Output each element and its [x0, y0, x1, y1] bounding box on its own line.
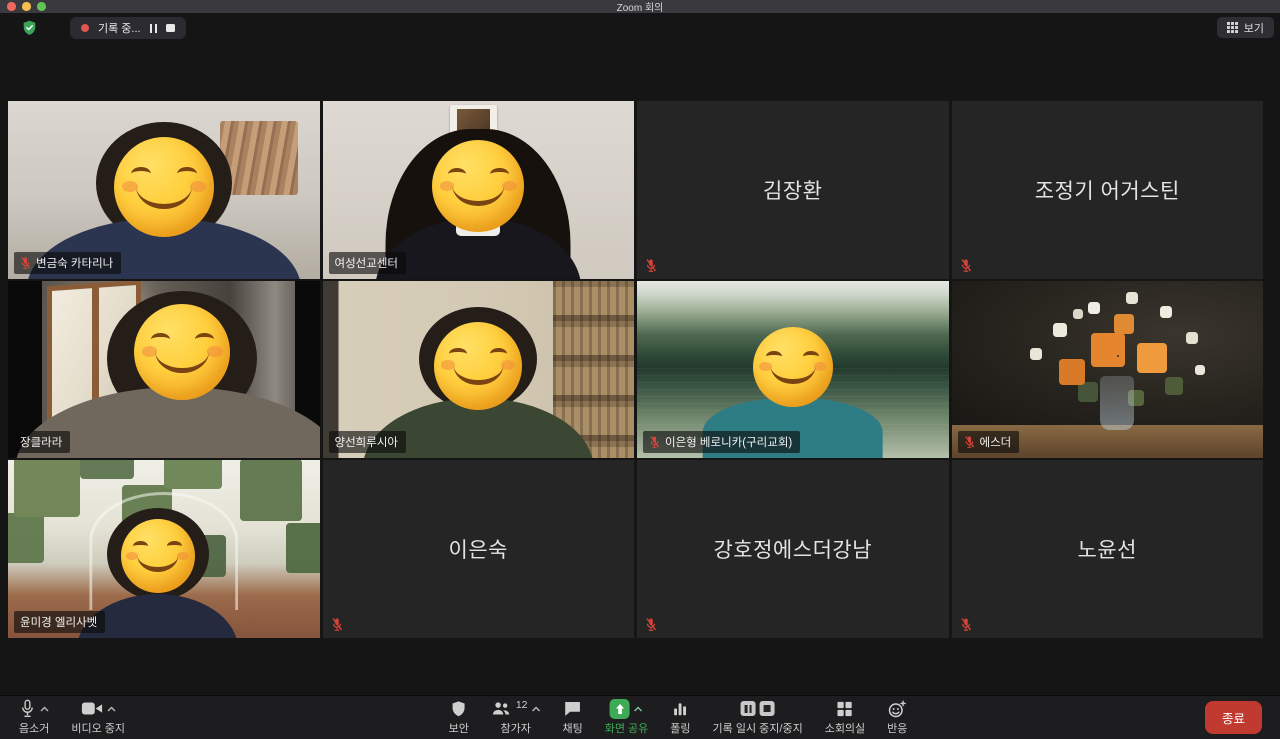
stop-recording-icon[interactable]	[760, 701, 775, 716]
pause-recording-icon[interactable]	[741, 701, 756, 716]
participant-name-text: 장클라라	[20, 434, 62, 450]
fullscreen-window-button[interactable]	[37, 2, 46, 11]
reactions-smiley-icon	[888, 700, 907, 718]
participant-name-label: 이은형 베로니카(구리교회)	[643, 431, 800, 453]
participant-name-centered: 노윤선	[952, 460, 1264, 638]
end-meeting-button[interactable]: 종료	[1205, 701, 1262, 734]
reactions-label: 반응	[887, 720, 907, 736]
meeting-toolbar: 음소거 비디오 중지	[0, 695, 1280, 739]
participant-tile[interactable]: 에스더	[952, 281, 1264, 459]
chat-bubble-icon	[564, 700, 582, 717]
share-screen-icon	[610, 699, 630, 719]
participant-name-label: 에스더	[958, 431, 1020, 453]
participants-button[interactable]: 12 참가자	[480, 696, 552, 739]
chevron-up-icon[interactable]	[40, 706, 49, 712]
meeting-control-strip: 기록 중... 보기	[0, 13, 1280, 43]
shield-icon	[451, 700, 467, 718]
chevron-up-icon[interactable]	[107, 706, 116, 712]
muted-mic-icon	[960, 258, 972, 273]
record-pause-stop-button[interactable]: 기록 일시 중지/중지	[702, 696, 814, 739]
recording-indicator: 기록 중...	[70, 17, 186, 39]
stop-video-label: 비디오 중지	[71, 720, 125, 736]
participant-name-centered: 강호정에스더강남	[637, 460, 949, 638]
muted-mic-icon	[960, 617, 972, 632]
window-title: Zoom 회의	[617, 0, 664, 14]
recording-label: 기록 중...	[98, 20, 141, 36]
people-icon	[491, 700, 512, 717]
participant-tile[interactable]: 양선희루시아	[323, 281, 635, 459]
view-button-label: 보기	[1244, 20, 1264, 36]
participant-name-text: 윤미경 엘리사벳	[20, 614, 97, 630]
participant-name-label: 장클라라	[14, 431, 70, 453]
reactions-button[interactable]: 반응	[876, 696, 918, 739]
participant-tile[interactable]: 조정기 어거스틴 조정기 어거스틴	[952, 101, 1264, 279]
muted-mic-icon	[964, 435, 975, 449]
breakout-label: 소회의실	[825, 720, 865, 736]
mute-label: 음소거	[19, 720, 49, 736]
video-grid: 변금숙 카타리나	[8, 101, 1263, 638]
participant-name-centered: 김장환	[637, 101, 949, 279]
mute-button[interactable]: 음소거	[8, 696, 60, 739]
security-label: 보안	[449, 720, 469, 736]
participant-count: 12	[516, 699, 528, 711]
share-screen-button[interactable]: 화면 공유	[594, 696, 660, 739]
participant-tile[interactable]: 김장환 김장환	[637, 101, 949, 279]
participant-name-label: 여성선교센터	[329, 252, 406, 274]
muted-mic-icon	[645, 258, 657, 273]
participant-name-text: 양선희루시아	[335, 434, 398, 450]
zoom-meeting-window: Zoom 회의 기록 중... 보기	[0, 0, 1280, 739]
muted-mic-icon	[645, 617, 657, 632]
participant-tile[interactable]: 강호정에스더강남 강호정에스더강남	[637, 460, 949, 638]
view-button[interactable]: 보기	[1217, 17, 1274, 38]
video-camera-icon	[81, 701, 103, 716]
security-button[interactable]: 보안	[438, 696, 480, 739]
participant-name-text: 에스더	[980, 434, 1012, 450]
participants-label: 참가자	[500, 720, 530, 736]
recording-dot-icon	[81, 24, 89, 32]
chat-label: 채팅	[563, 720, 583, 736]
bar-chart-icon	[672, 700, 689, 717]
chat-button[interactable]: 채팅	[552, 696, 594, 739]
share-screen-label: 화면 공유	[605, 720, 649, 736]
macos-titlebar: Zoom 회의	[0, 0, 1280, 13]
breakout-rooms-icon	[837, 701, 853, 717]
shield-check-icon[interactable]	[22, 20, 37, 36]
muted-mic-icon	[331, 617, 343, 632]
muted-mic-icon	[20, 256, 31, 270]
participant-name-centered: 조정기 어거스틴	[952, 101, 1264, 279]
traffic-lights	[7, 2, 46, 11]
pause-recording-button[interactable]	[150, 24, 158, 33]
participant-name-label: 변금숙 카타리나	[14, 252, 121, 274]
participant-name-text: 이은형 베로니카(구리교회)	[665, 434, 792, 450]
polls-button[interactable]: 폴링	[659, 696, 701, 739]
close-window-button[interactable]	[7, 2, 16, 11]
participant-tile[interactable]: 장클라라	[8, 281, 320, 459]
meeting-stage: 변금숙 카타리나	[0, 43, 1280, 695]
participant-tile[interactable]: 윤미경 엘리사벳	[8, 460, 320, 638]
participant-name-centered: 이은숙	[323, 460, 635, 638]
chevron-up-icon[interactable]	[532, 706, 541, 712]
polls-label: 폴링	[670, 720, 690, 736]
participant-name-text: 여성선교센터	[335, 255, 398, 271]
participant-name-label: 윤미경 엘리사벳	[14, 611, 105, 633]
participant-tile[interactable]: 노윤선 노윤선	[952, 460, 1264, 638]
record-label: 기록 일시 중지/중지	[713, 720, 803, 736]
minimize-window-button[interactable]	[22, 2, 31, 11]
stop-video-button[interactable]: 비디오 중지	[60, 696, 136, 739]
participant-name-label: 양선희루시아	[329, 431, 406, 453]
breakout-rooms-button[interactable]: 소회의실	[814, 696, 876, 739]
participant-tile[interactable]: 여성선교센터	[323, 101, 635, 279]
participant-name-text: 변금숙 카타리나	[36, 255, 113, 271]
participant-tile[interactable]: 이은숙 이은숙	[323, 460, 635, 638]
grid-view-icon	[1227, 22, 1238, 33]
microphone-icon	[19, 699, 36, 718]
chevron-up-icon[interactable]	[634, 706, 643, 712]
muted-mic-icon	[649, 435, 660, 449]
participant-tile[interactable]: 변금숙 카타리나	[8, 101, 320, 279]
stop-recording-button[interactable]	[166, 24, 175, 33]
participant-tile[interactable]: 이은형 베로니카(구리교회)	[637, 281, 949, 459]
